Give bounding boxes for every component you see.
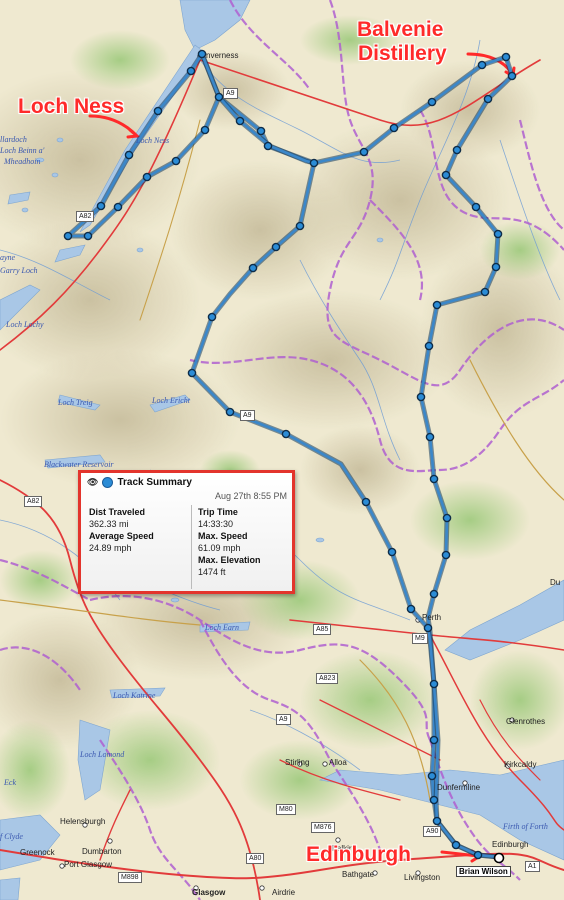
place-label-du: Du: [550, 578, 561, 587]
annotation-loch-ness-text: Loch Ness: [18, 95, 125, 118]
place-label-stirling: Stirling: [285, 758, 310, 767]
road-label-a9-low: A9: [276, 714, 291, 725]
road-label-a80: A80: [246, 853, 265, 864]
water-label-earn: Loch Earn: [205, 623, 239, 632]
road-label-a85: A85: [313, 624, 332, 635]
road-label-a823: A823: [316, 673, 339, 684]
place-label-alloa: Alloa: [329, 758, 347, 767]
water-label-llardoch: llardoch: [0, 135, 27, 144]
road-label-m80: M80: [276, 804, 296, 815]
road-label-a9-mid: A9: [240, 410, 255, 421]
place-label-perth: Perth: [422, 613, 442, 622]
water-label-blackwater: Blackwater Reservoir: [44, 460, 114, 469]
max-speed-value: 61.09 mph: [198, 543, 241, 553]
track-color-dot-icon: [102, 477, 114, 488]
place-label-glasgow: Glasgow: [192, 888, 226, 897]
water-label-garry: Garry Loch: [0, 266, 38, 275]
average-speed-value: 24.89 mph: [89, 543, 132, 553]
place-label-helensburgh: Helensburgh: [60, 817, 106, 826]
trip-time-value: 14:33:30: [198, 519, 234, 529]
water-label-ayne: ayne: [0, 253, 16, 262]
track-summary-right-col: Trip Time 14:33:30 Max. Speed 61.09 mph …: [198, 506, 261, 578]
road-label-a9-top: A9: [223, 88, 238, 99]
dist-traveled-label: Dist Traveled: [89, 507, 146, 517]
trip-time-label: Trip Time: [198, 507, 238, 517]
max-elevation-label: Max. Elevation: [198, 555, 261, 565]
water-label-lochy: Loch Lochy: [6, 320, 44, 329]
water-label-ericht: Loch Ericht: [152, 396, 190, 405]
place-label-port-glasgow: Port Glasgow: [64, 860, 113, 869]
road-label-a82: A82: [76, 211, 95, 222]
eye-icon[interactable]: 👁: [87, 477, 98, 488]
average-speed-label: Average Speed: [89, 531, 154, 541]
water-label-loch-ness: Loch Ness: [136, 136, 170, 145]
map-canvas[interactable]: Loch Ness llardoch Loch Beinn a' Mheadho…: [0, 0, 564, 900]
water-label-loch-beinn: Loch Beinn a': [0, 146, 45, 155]
road-label-a90: A90: [423, 826, 442, 837]
place-label-kirkcaldy: Kirkcaldy: [504, 760, 537, 769]
track-summary-header: 👁 Track Summary: [87, 477, 192, 488]
track-summary-divider: [191, 505, 192, 589]
place-label-bathgate: Bathgate: [342, 870, 375, 879]
current-location-label[interactable]: Brian Wilson: [456, 866, 511, 877]
track-summary-left-col: Dist Traveled 362.33 mi Average Speed 24…: [89, 506, 154, 554]
map-base: [0, 0, 564, 900]
place-label-airdrie: Airdrie: [272, 888, 296, 897]
road-label-m876: M876: [311, 822, 335, 833]
road-label-a1: A1: [525, 861, 540, 872]
max-speed-label: Max. Speed: [198, 531, 248, 541]
water-label-firth-clyde: f Clyde: [0, 832, 23, 841]
road-label-m898: M898: [118, 872, 142, 883]
water-label-mheadhoin: Mheadhoin: [4, 157, 41, 166]
annotation-edinburgh-text: Edinburgh: [306, 843, 411, 866]
max-elevation-value: 1474 ft: [198, 567, 226, 577]
annotation-balvenie: Balvenie Distillery: [357, 18, 447, 66]
water-label-katrine: Loch Katrine: [113, 691, 156, 700]
water-label-treig: Loch Treig: [58, 398, 93, 407]
water-label-lomond: Loch Lomond: [80, 750, 125, 759]
annotation-balvenie-line1: Balvenie: [357, 18, 444, 41]
road-label-m9: M9: [412, 633, 428, 644]
place-label-dumbarton: Dumbarton: [82, 847, 122, 856]
place-label-dunfermline: Dunfermline: [437, 783, 481, 792]
track-summary-panel[interactable]: 👁 Track Summary Aug 27th 8:55 PM Dist Tr…: [78, 470, 295, 594]
place-label-edinburgh: Edinburgh: [492, 840, 529, 849]
road-label-a82-mid: A82: [24, 496, 43, 507]
place-label-glenrothes: Glenrothes: [506, 717, 546, 726]
annotation-edinburgh: Edinburgh: [306, 843, 411, 867]
annotation-balvenie-line2: Distillery: [358, 42, 447, 65]
water-label-eck: Eck: [4, 778, 16, 787]
dist-traveled-value: 362.33 mi: [89, 519, 129, 529]
place-label-greenock: Greenock: [20, 848, 55, 857]
water-label-firth-forth: Firth of Forth: [503, 822, 548, 831]
annotation-loch-ness: Loch Ness: [18, 95, 124, 119]
place-label-livingston: Livingston: [404, 873, 441, 882]
track-summary-title: Track Summary: [117, 477, 192, 488]
current-position-marker: [493, 852, 505, 864]
place-label-inverness: nverness: [206, 51, 239, 60]
track-summary-date: Aug 27th 8:55 PM: [214, 491, 287, 501]
